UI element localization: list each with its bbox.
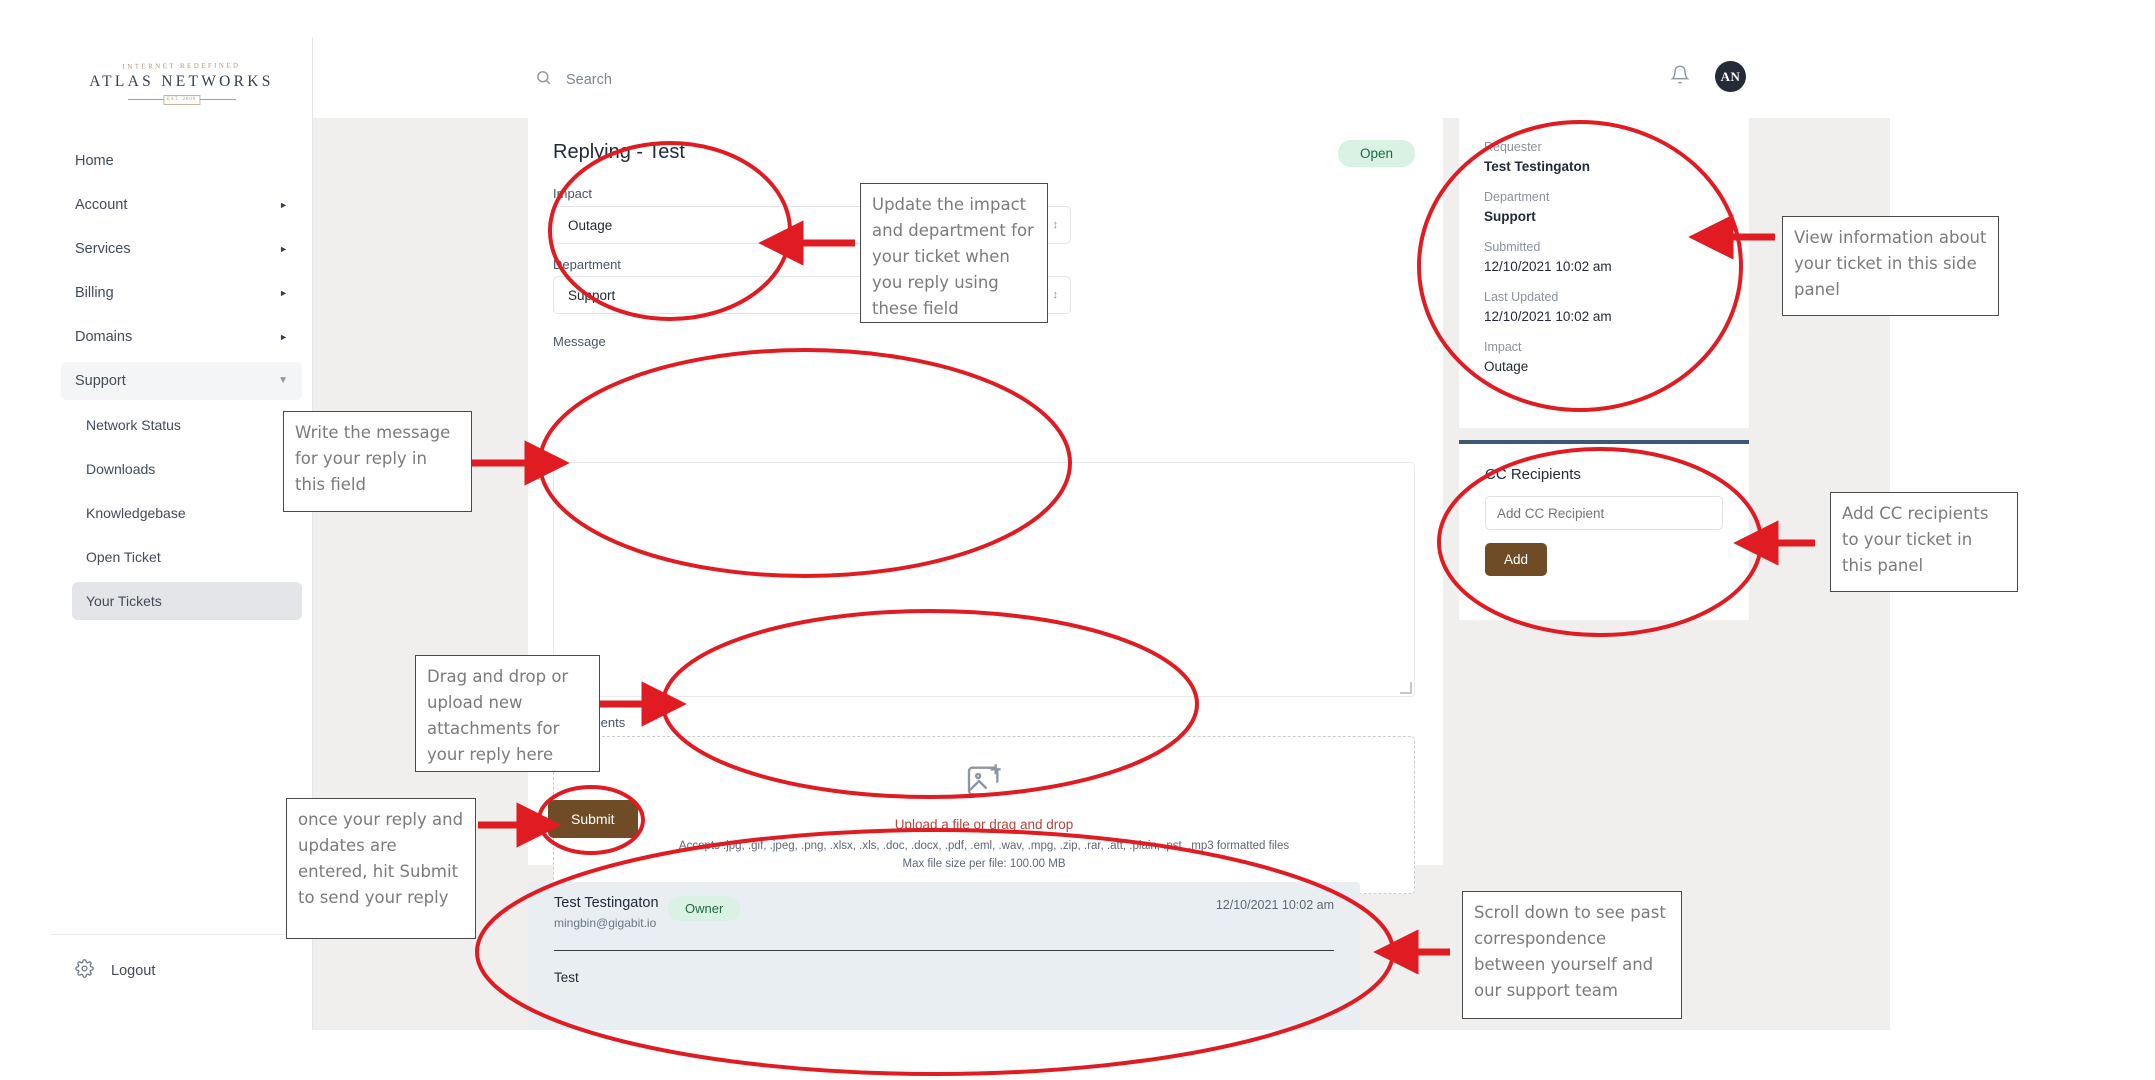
chevron-right-icon: ► — [279, 287, 288, 298]
sidebar-item-label: Domains — [75, 329, 133, 345]
search-icon — [535, 69, 552, 90]
callout-cc: Add CC recipients to your ticket in this… — [1830, 492, 2018, 592]
sidebar-item-home[interactable]: Home — [61, 142, 302, 180]
avatar[interactable]: AN — [1715, 61, 1746, 92]
sidebar-item-open-ticket[interactable]: Open Ticket — [72, 538, 302, 576]
dropzone-accepted-types: Accepts .jpg, .gif, .jpeg, .png, .xlsx, … — [678, 839, 1290, 852]
attachment-dropzone[interactable]: Upload a file or drag and drop Accepts .… — [553, 736, 1415, 894]
correspondence-card: Test Testingaton mingbin@gigabit.io Owne… — [528, 882, 1360, 1030]
sidebar-subitem-label: Open Ticket — [86, 549, 161, 565]
primary-nav: Home Account ► Services ► Billing ► Doma… — [50, 142, 313, 626]
correspondence-header: Test Testingaton mingbin@gigabit.io Owne… — [528, 882, 1360, 940]
sidebar: INTERNET REDEFINED ATLAS NETWORKS EST. 2… — [50, 37, 313, 1030]
last-updated-label: Last Updated — [1484, 290, 1559, 304]
message-textarea[interactable] — [553, 462, 1415, 697]
correspondence-body: Test — [554, 970, 579, 985]
callout-correspondence: Scroll down to see past correspondence b… — [1462, 891, 1682, 1019]
logo-est: EST. 2006 — [162, 95, 201, 105]
topbar: Search AN — [313, 37, 1890, 118]
last-updated-value: 12/10/2021 10:02 am — [1484, 309, 1612, 324]
logout-label: Logout — [111, 962, 156, 979]
submit-button[interactable]: Submit — [548, 800, 638, 838]
sidebar-item-account[interactable]: Account ► — [61, 186, 302, 224]
search-input[interactable]: Search — [535, 69, 612, 90]
sidebar-item-label: Home — [75, 153, 114, 169]
impact-value: Outage — [568, 217, 613, 233]
sidebar-item-network-status[interactable]: Network Status — [72, 406, 302, 444]
sidebar-item-billing[interactable]: Billing ► — [61, 274, 302, 312]
sidebar-item-your-tickets[interactable]: Your Tickets — [72, 582, 302, 620]
chevron-right-icon: ► — [279, 331, 288, 342]
chevron-right-icon: ► — [279, 243, 288, 254]
dropzone-max-size: Max file size per file: 100.00 MB — [902, 857, 1066, 870]
sidebar-subitem-label: Network Status — [86, 417, 181, 433]
sidebar-item-knowledgebase[interactable]: Knowledgebase — [72, 494, 302, 532]
chevron-right-icon: ► — [279, 199, 288, 210]
sidebar-item-services[interactable]: Services ► — [61, 230, 302, 268]
correspondence-email: mingbin@gigabit.io — [554, 916, 657, 930]
chevron-updown-icon: ↕ — [1052, 218, 1059, 231]
sidebar-item-support[interactable]: Support ▼ — [61, 362, 302, 400]
cc-recipients-panel: CC Recipients Add — [1459, 440, 1749, 620]
divider — [554, 950, 1334, 951]
gear-icon — [75, 959, 94, 982]
page-title: Replying - Test — [553, 141, 685, 163]
info-impact-value: Outage — [1484, 359, 1529, 374]
submitted-value: 12/10/2021 10:02 am — [1484, 259, 1612, 274]
chevron-updown-icon: ↕ — [1052, 288, 1059, 301]
correspondence-timestamp: 12/10/2021 10:02 am — [1215, 898, 1334, 912]
image-upload-icon — [964, 761, 1004, 806]
role-badge: Owner — [668, 896, 741, 921]
chevron-down-icon: ▼ — [278, 375, 288, 386]
cc-panel-title: CC Recipients — [1485, 466, 1581, 483]
status-badge: Open — [1337, 140, 1415, 167]
info-department-label: Department — [1484, 190, 1550, 204]
sidebar-item-label: Services — [75, 241, 131, 257]
info-department-value: Support — [1484, 209, 1536, 224]
submitted-label: Submitted — [1484, 240, 1541, 254]
sidebar-item-downloads[interactable]: Downloads — [72, 450, 302, 488]
sidebar-item-domains[interactable]: Domains ► — [61, 318, 302, 356]
bell-icon[interactable] — [1670, 64, 1690, 90]
sidebar-item-label: Account — [75, 197, 128, 213]
info-impact-label: Impact — [1484, 340, 1522, 354]
logo-divider: EST. 2006 — [127, 95, 236, 105]
department-value: Support — [568, 287, 616, 303]
callout-submit: once your reply and updates are entered,… — [286, 798, 476, 939]
dropzone-title: Upload a file or drag and drop — [894, 816, 1074, 832]
search-placeholder: Search — [566, 71, 612, 88]
impact-label: Impact — [553, 186, 593, 201]
logo-name: ATLAS NETWORKS — [89, 73, 274, 90]
logo-tagline: INTERNET REDEFINED — [122, 61, 241, 71]
sidebar-subitem-label: Knowledgebase — [86, 505, 186, 521]
requester-label: Requester — [1484, 140, 1542, 154]
brand-logo[interactable]: INTERNET REDEFINED ATLAS NETWORKS EST. 2… — [50, 61, 313, 105]
resize-handle[interactable] — [1400, 682, 1412, 694]
sidebar-item-label: Billing — [75, 285, 114, 301]
callout-attachments: Drag and drop or upload new attachments … — [415, 655, 600, 772]
sidebar-subitem-label: Your Tickets — [86, 593, 162, 609]
sidebar-item-label: Support — [75, 373, 126, 389]
requester-value: Test Testingaton — [1484, 159, 1591, 174]
message-label: Message — [553, 334, 606, 349]
ticket-info-panel: Requester Test Testingaton Department Su… — [1459, 118, 1749, 428]
cc-recipient-input[interactable] — [1485, 496, 1723, 530]
callout-impact-department: Update the impact and department for you… — [860, 183, 1048, 323]
logout-button[interactable]: Logout — [75, 959, 313, 982]
add-cc-button[interactable]: Add — [1485, 543, 1548, 576]
correspondence-author: Test Testingaton — [554, 895, 659, 911]
callout-message: Write the message for your reply in this… — [283, 411, 472, 512]
callout-ticket-info: View information about your ticket in th… — [1782, 216, 1999, 316]
sidebar-subitem-label: Downloads — [86, 461, 156, 477]
topbar-actions: AN — [1670, 61, 1746, 92]
sidebar-footer: Logout — [50, 934, 313, 1030]
department-label: Department — [553, 257, 621, 272]
